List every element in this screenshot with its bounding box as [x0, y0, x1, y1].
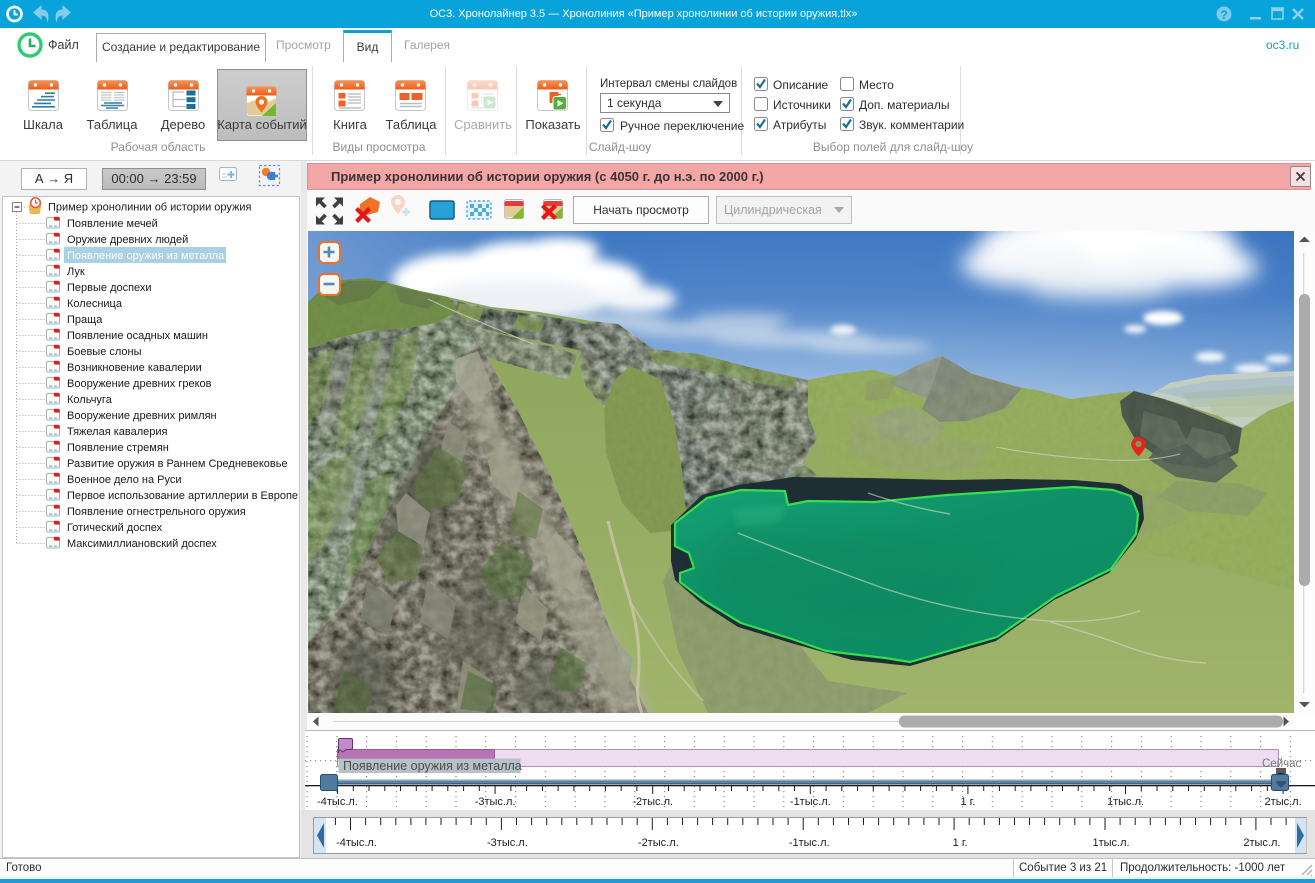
- svg-text:Лук: Лук: [67, 266, 85, 278]
- svg-text:Кольчуга: Кольчуга: [67, 394, 113, 406]
- svg-text:2тыс.л.: 2тыс.л.: [1243, 837, 1280, 849]
- svg-text:Рабочая область: Рабочая область: [111, 140, 206, 154]
- svg-text:1тыс.л.: 1тыс.л.: [1107, 796, 1144, 808]
- svg-text:1 г.: 1 г.: [953, 837, 968, 849]
- svg-text:1 секунда: 1 секунда: [607, 96, 662, 110]
- svg-text:Ручное переключение: Ручное переключение: [620, 119, 744, 133]
- svg-text:-1тыс.л.: -1тыс.л.: [789, 837, 830, 849]
- svg-text:Максимиллиановский доспех: Максимиллиановский доспех: [67, 538, 217, 550]
- svg-text:Источники: Источники: [773, 98, 831, 112]
- svg-text:Таблица: Таблица: [87, 117, 139, 132]
- svg-text:Карта событий: Карта событий: [217, 117, 307, 132]
- svg-text:Виды просмотра: Виды просмотра: [332, 140, 425, 154]
- svg-text:Первое использование артиллери: Первое использование артиллерии в Европе: [67, 490, 298, 502]
- svg-text:Появление оружия из металла: Появление оружия из металла: [343, 759, 522, 773]
- svg-text:Место: Место: [859, 78, 894, 92]
- svg-text:Боевые слоны: Боевые слоны: [67, 346, 142, 358]
- svg-text:Сравнить: Сравнить: [454, 117, 512, 132]
- svg-text:Первые доспехи: Первые доспехи: [67, 282, 152, 294]
- svg-text:Вооружение древних греков: Вооружение древних греков: [67, 378, 212, 390]
- svg-text:-3тыс.л.: -3тыс.л.: [487, 837, 528, 849]
- svg-text:Пример хронолинии об истории о: Пример хронолинии об истории оружия: [48, 202, 252, 214]
- svg-text:Описание: Описание: [773, 78, 829, 92]
- svg-text:Готический доспех: Готический доспех: [67, 522, 163, 534]
- svg-text:Выбор полей для слайд-шоу: Выбор полей для слайд-шоу: [813, 140, 973, 154]
- svg-text:Колесница: Колесница: [67, 298, 123, 310]
- svg-text:Книга: Книга: [333, 117, 367, 132]
- svg-text:Цилиндрическая: Цилиндрическая: [724, 203, 822, 217]
- svg-text:-4тыс.л.: -4тыс.л.: [336, 837, 377, 849]
- svg-text:1тыс.л.: 1тыс.л.: [1092, 837, 1129, 849]
- svg-text:Слайд-шоу: Слайд-шоу: [589, 140, 651, 154]
- svg-text:Интервал смены слайдов: Интервал смены слайдов: [600, 78, 737, 90]
- svg-text:Развитие оружия в Раннем Средн: Развитие оружия в Раннем Средневековье: [67, 458, 288, 470]
- svg-text:Звук. комментарии: Звук. комментарии: [859, 118, 964, 132]
- svg-text:-4тыс.л.: -4тыс.л.: [317, 796, 358, 808]
- svg-text:-2тыс.л.: -2тыс.л.: [638, 837, 679, 849]
- svg-text:Военное дело на Руси: Военное дело на Руси: [67, 474, 182, 486]
- svg-text:Появление стремян: Появление стремян: [67, 442, 169, 454]
- svg-text:Появление осадных машин: Появление осадных машин: [67, 330, 208, 342]
- svg-text:Праща: Праща: [67, 314, 103, 326]
- svg-text:Шкала: Шкала: [23, 117, 64, 132]
- svg-text:Атрибуты: Атрибуты: [773, 118, 826, 132]
- svg-text:Показать: Показать: [525, 117, 580, 132]
- svg-text:-1тыс.л.: -1тыс.л.: [790, 796, 831, 808]
- svg-text:-2тыс.л.: -2тыс.л.: [632, 796, 673, 808]
- svg-text:Тяжелая кавалерия: Тяжелая кавалерия: [67, 426, 168, 438]
- svg-text:2тыс.л.: 2тыс.л.: [1265, 796, 1302, 808]
- svg-text:Начать просмотр: Начать просмотр: [593, 203, 689, 217]
- svg-text:Возникновение кавалерии: Возникновение кавалерии: [67, 362, 202, 374]
- svg-text:Таблица: Таблица: [386, 117, 438, 132]
- svg-text:Появление огнестрельного оружи: Появление огнестрельного оружия: [67, 506, 246, 518]
- svg-text:-3тыс.л.: -3тыс.л.: [475, 796, 516, 808]
- svg-text:Доп. материалы: Доп. материалы: [859, 98, 949, 112]
- svg-text:Появление мечей: Появление мечей: [67, 218, 158, 230]
- svg-text:Появление оружия из металла: Появление оружия из металла: [67, 250, 225, 262]
- svg-text:Оружие древних людей: Оружие древних людей: [67, 234, 188, 246]
- svg-text:Вооружение древних римлян: Вооружение древних римлян: [67, 410, 217, 422]
- svg-text:1 г.: 1 г.: [960, 796, 975, 808]
- svg-text:Дерево: Дерево: [161, 117, 205, 132]
